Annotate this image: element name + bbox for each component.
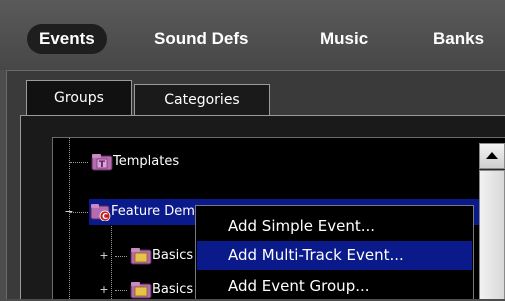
tab-sound-defs[interactable]: Sound Defs xyxy=(154,24,248,54)
scroll-thumb[interactable] xyxy=(479,170,505,299)
tree-item-templates[interactable]: T Templates xyxy=(91,149,221,175)
expand-icon[interactable]: + xyxy=(99,250,109,261)
tab-music[interactable]: Music xyxy=(320,24,368,54)
tab-categories[interactable]: Categories xyxy=(134,84,270,115)
sub-tab-strip: Groups Categories xyxy=(20,80,505,116)
folder-icon xyxy=(130,282,152,299)
tab-groups[interactable]: Groups xyxy=(26,80,132,116)
tab-banks[interactable]: Banks xyxy=(433,24,484,54)
tree-item-label: Basics xyxy=(152,248,194,263)
arrow-up-icon xyxy=(486,152,498,159)
menu-item-label: Add Event Group... xyxy=(228,277,370,295)
folder-icon xyxy=(130,248,152,265)
top-navigation-bar: Events Sound Defs Music Banks xyxy=(0,0,505,70)
menu-item-add-multi-track-event[interactable]: Add Multi-Track Event... xyxy=(197,241,472,270)
svg-text:C: C xyxy=(102,212,108,221)
menu-item-add-event-group[interactable]: Add Event Group... xyxy=(197,272,472,301)
menu-item-label: Add Multi-Track Event... xyxy=(228,246,404,264)
tree-connector xyxy=(115,290,127,291)
tree-connector xyxy=(111,226,112,299)
tree-connector xyxy=(70,162,88,163)
scroll-up-button[interactable] xyxy=(479,143,505,169)
menu-item-label: Add Simple Event... xyxy=(228,217,376,235)
template-folder-icon: T xyxy=(91,154,113,171)
context-menu: Add Simple Event... Add Multi-Track Even… xyxy=(195,205,474,299)
svg-text:T: T xyxy=(99,160,106,170)
tree-item-label: Basics xyxy=(152,282,194,297)
tree-connector xyxy=(115,256,127,257)
tab-events[interactable]: Events xyxy=(27,24,107,54)
collapse-icon[interactable]: − xyxy=(64,206,74,217)
tree-item-label: Templates xyxy=(113,154,180,169)
menu-item-add-simple-event[interactable]: Add Simple Event... xyxy=(197,212,472,241)
tree-scrollbar[interactable] xyxy=(479,143,505,299)
expand-icon[interactable]: + xyxy=(99,284,109,295)
category-folder-icon: C xyxy=(90,204,111,221)
